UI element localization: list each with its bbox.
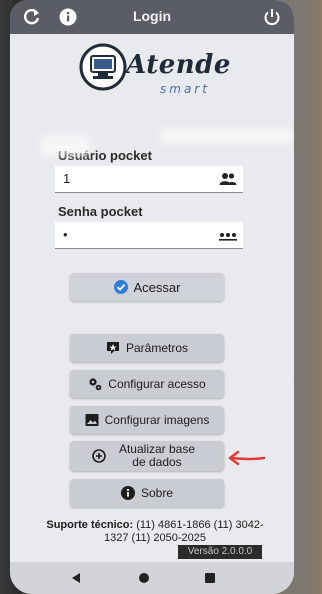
android-nav-bar xyxy=(10,562,294,594)
update-database-button[interactable]: Atualizar base de dados xyxy=(70,441,224,471)
image-icon xyxy=(85,413,99,427)
check-circle-icon xyxy=(113,280,128,294)
configure-access-button[interactable]: Configurar acesso xyxy=(70,370,224,398)
back-icon[interactable] xyxy=(70,572,82,584)
user-value[interactable]: 1 xyxy=(63,171,70,186)
login-button[interactable]: Acessar xyxy=(70,273,224,301)
user-field[interactable]: 1 xyxy=(55,166,243,193)
logo-emblem-icon xyxy=(79,43,127,91)
recents-icon[interactable] xyxy=(204,572,216,584)
screen-glare xyxy=(160,128,294,144)
password-value[interactable]: • xyxy=(63,227,68,242)
phone-screen: Login Atende smart Usuário pocket 1 Senh… xyxy=(10,0,294,594)
parameters-button[interactable]: Parâmetros xyxy=(70,334,224,362)
app-logo: Atende smart xyxy=(78,40,231,100)
about-label: Sobre xyxy=(140,485,174,500)
about-button[interactable]: Sobre xyxy=(70,479,224,507)
support-info: Suporte técnico: (11) 4861-1866 (11) 304… xyxy=(40,519,270,545)
annotation-arrow-icon xyxy=(228,450,266,466)
configure-images-label: Configurar imagens xyxy=(104,412,210,427)
support-label: Suporte técnico: xyxy=(46,519,134,531)
password-label: Senha pocket xyxy=(58,204,143,219)
info-circle-icon xyxy=(120,486,135,500)
gears-icon xyxy=(88,377,102,391)
screen-glare xyxy=(40,135,90,157)
page-title: Login xyxy=(132,8,172,24)
parameters-label: Parâmetros xyxy=(125,340,189,355)
home-icon[interactable] xyxy=(138,572,150,584)
update-database-label: Atualizar base de dados xyxy=(118,442,196,469)
add-circle-icon xyxy=(92,449,106,463)
power-icon[interactable] xyxy=(262,7,282,27)
parameters-icon xyxy=(106,341,120,355)
configure-images-button[interactable]: Configurar imagens xyxy=(70,406,224,434)
login-label: Acessar xyxy=(133,279,181,295)
password-field[interactable]: • xyxy=(55,222,243,249)
logo-tagline: smart xyxy=(160,82,210,96)
configure-access-label: Configurar acesso xyxy=(108,376,206,391)
app-header: Login xyxy=(10,0,294,34)
version-badge: Versão 2.0.0.0 xyxy=(178,545,262,559)
users-icon xyxy=(219,171,237,187)
logo-brand: Atende xyxy=(126,50,231,80)
password-dots-icon[interactable] xyxy=(219,227,237,243)
